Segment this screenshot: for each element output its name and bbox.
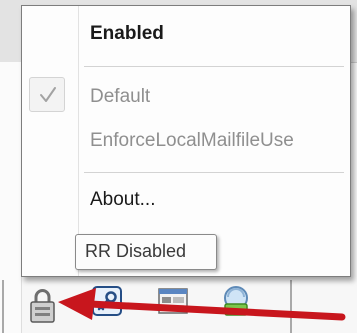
status-divider <box>2 280 4 333</box>
menu-item-default[interactable]: Default <box>90 86 150 108</box>
tooltip: RR Disabled <box>75 234 217 270</box>
annotation-arrow <box>58 288 346 321</box>
menu-separator <box>84 66 344 67</box>
tooltip-text: RR Disabled <box>85 241 187 261</box>
menu-item-enabled[interactable]: Enabled <box>90 23 164 45</box>
checkmark-icon <box>40 87 56 102</box>
menu-item-enforce-local-mailfile-use[interactable]: EnforceLocalMailfileUse <box>90 130 294 152</box>
menu-separator <box>84 172 344 173</box>
menu-check-box <box>29 77 65 112</box>
menu-item-about[interactable]: About... <box>90 189 156 211</box>
